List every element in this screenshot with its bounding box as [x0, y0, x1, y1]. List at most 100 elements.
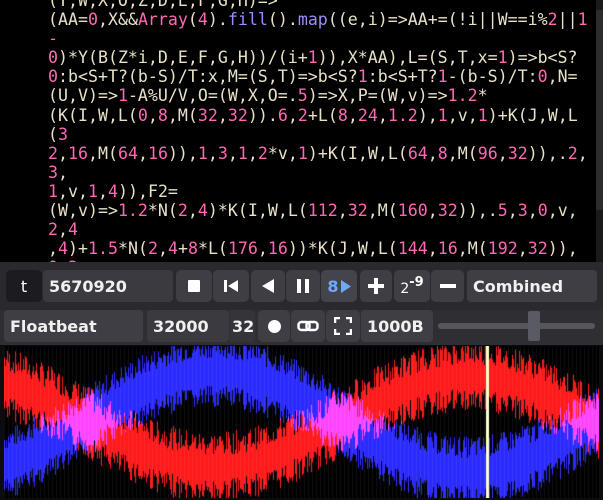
time-input-value: 5670920 [49, 276, 127, 296]
code-token: 112 [307, 201, 338, 221]
code-token: , [247, 143, 258, 163]
code-token: , [187, 201, 198, 221]
mode-select[interactable]: Combined [467, 270, 597, 302]
code-token: 2 [177, 201, 188, 221]
mode-select-value: Combined [473, 276, 564, 296]
stop-button[interactable] [176, 270, 212, 302]
code-token: 1 [117, 86, 128, 106]
type-select[interactable]: Floatbeat [4, 310, 143, 342]
code-token: , [427, 143, 438, 163]
code-token: , [58, 143, 68, 163]
code-token: 0 [537, 67, 548, 87]
pause-icon [297, 279, 309, 293]
code-token: 32 [347, 201, 368, 221]
stop-icon [188, 280, 200, 292]
code-token: (U,V)=> [48, 86, 118, 106]
code-token: )=>b<S? [507, 48, 578, 68]
play-reverse-button[interactable] [251, 270, 285, 302]
code-token: 2 [547, 10, 558, 30]
code-text[interactable]: (Y,W,X,O,Z,D,E,F,G,H)=> (AA=0,X&&Array(4… [48, 0, 596, 262]
pause-button[interactable] [286, 270, 320, 302]
skip-back-icon [224, 280, 238, 292]
play-forward-button[interactable]: 8 [321, 270, 357, 302]
volume-slider-thumb[interactable] [527, 311, 540, 341]
code-token: 1 [437, 105, 448, 125]
code-token: 1 [307, 48, 318, 68]
sample-rate-input[interactable]: 32000 [147, 310, 229, 342]
code-token: 1 [497, 48, 508, 68]
code-token: 1 [297, 143, 308, 163]
code-token: , [48, 239, 58, 259]
code-token: 1.2 [387, 105, 418, 125]
rewind-button[interactable] [213, 270, 249, 302]
code-token: , [507, 201, 518, 221]
power-exponent: -9 [409, 274, 424, 290]
plus-icon [368, 278, 384, 294]
fullscreen-button[interactable] [326, 310, 360, 342]
code-token: 4 [197, 201, 208, 221]
code-token: 176 [227, 239, 258, 259]
code-token: )+K(I,W,L( [307, 143, 408, 163]
code-token: *v, [267, 143, 298, 163]
code-token: , [377, 105, 388, 125]
code-token: 5 [297, 86, 308, 106]
code-token: ). [207, 10, 228, 30]
code-token: , [577, 143, 588, 163]
code-token: , [527, 201, 538, 221]
speed-increase-button[interactable] [360, 270, 392, 302]
code-token: ,M( [447, 143, 478, 163]
code-token: 1 [197, 143, 208, 163]
time-label-text: t [20, 276, 28, 296]
code-token: 144 [397, 239, 428, 259]
fullscreen-icon [334, 317, 352, 335]
code-token: 192 [487, 239, 518, 259]
code-token: 32 [227, 105, 248, 125]
code-editor[interactable]: (Y,W,X,O,Z,D,E,F,G,H)=> (AA=0,X&&Array(4… [0, 0, 603, 262]
waveform-canvas[interactable] [4, 346, 599, 498]
code-token: 5 [497, 201, 508, 221]
code-token: (W,v)=> [48, 201, 118, 221]
editor-scrollbar[interactable] [596, 0, 603, 262]
code-token: , [58, 220, 68, 240]
code-token: , [337, 201, 348, 221]
editor-scrollbar-thumb[interactable] [596, 10, 603, 210]
speed-value: 8 [327, 276, 339, 296]
code-token: *N( [147, 201, 178, 221]
code-token: , [347, 105, 358, 125]
time-input[interactable]: 5670920 [43, 270, 173, 302]
code-token: , [517, 239, 528, 259]
code-token: - [48, 29, 58, 49]
copy-link-button[interactable] [291, 310, 325, 342]
minus-icon [439, 284, 456, 288]
code-token: , [137, 143, 148, 163]
code-token: , [97, 181, 108, 201]
code-token: 1 [477, 105, 488, 125]
code-token: )=>X,P=(W,v)=> [307, 86, 448, 106]
code-token: 32 [197, 105, 218, 125]
code-token: )),X*AA),L=(S,T,x= [317, 48, 498, 68]
code-token: , [227, 143, 238, 163]
code-token: map [297, 10, 328, 30]
code-token: +L( [307, 105, 338, 125]
sample-rate-select[interactable]: 32 [230, 310, 255, 342]
type-select-value: Floatbeat [10, 316, 97, 336]
code-token: 8 [337, 105, 348, 125]
speed-decrease-button[interactable] [431, 270, 464, 302]
code-token: )), [547, 239, 578, 259]
code-token: + [177, 239, 188, 259]
play-reverse-icon [262, 279, 274, 293]
record-icon [267, 319, 281, 333]
code-token: 4 [197, 10, 208, 30]
link-icon [297, 320, 319, 332]
code-token: :b<S+T? [367, 67, 438, 87]
record-button[interactable] [258, 310, 290, 342]
code-token: 6 [277, 105, 288, 125]
code-token: ,v, [447, 105, 478, 125]
code-token: ,M( [167, 105, 198, 125]
code-token: -(b-S)/T: [447, 67, 538, 87]
code-token: 0 [87, 10, 98, 30]
code-size-value: 1000B [367, 316, 424, 336]
volume-slider[interactable] [438, 311, 595, 341]
code-token: 64 [407, 143, 428, 163]
code-token: 3 [217, 143, 228, 163]
